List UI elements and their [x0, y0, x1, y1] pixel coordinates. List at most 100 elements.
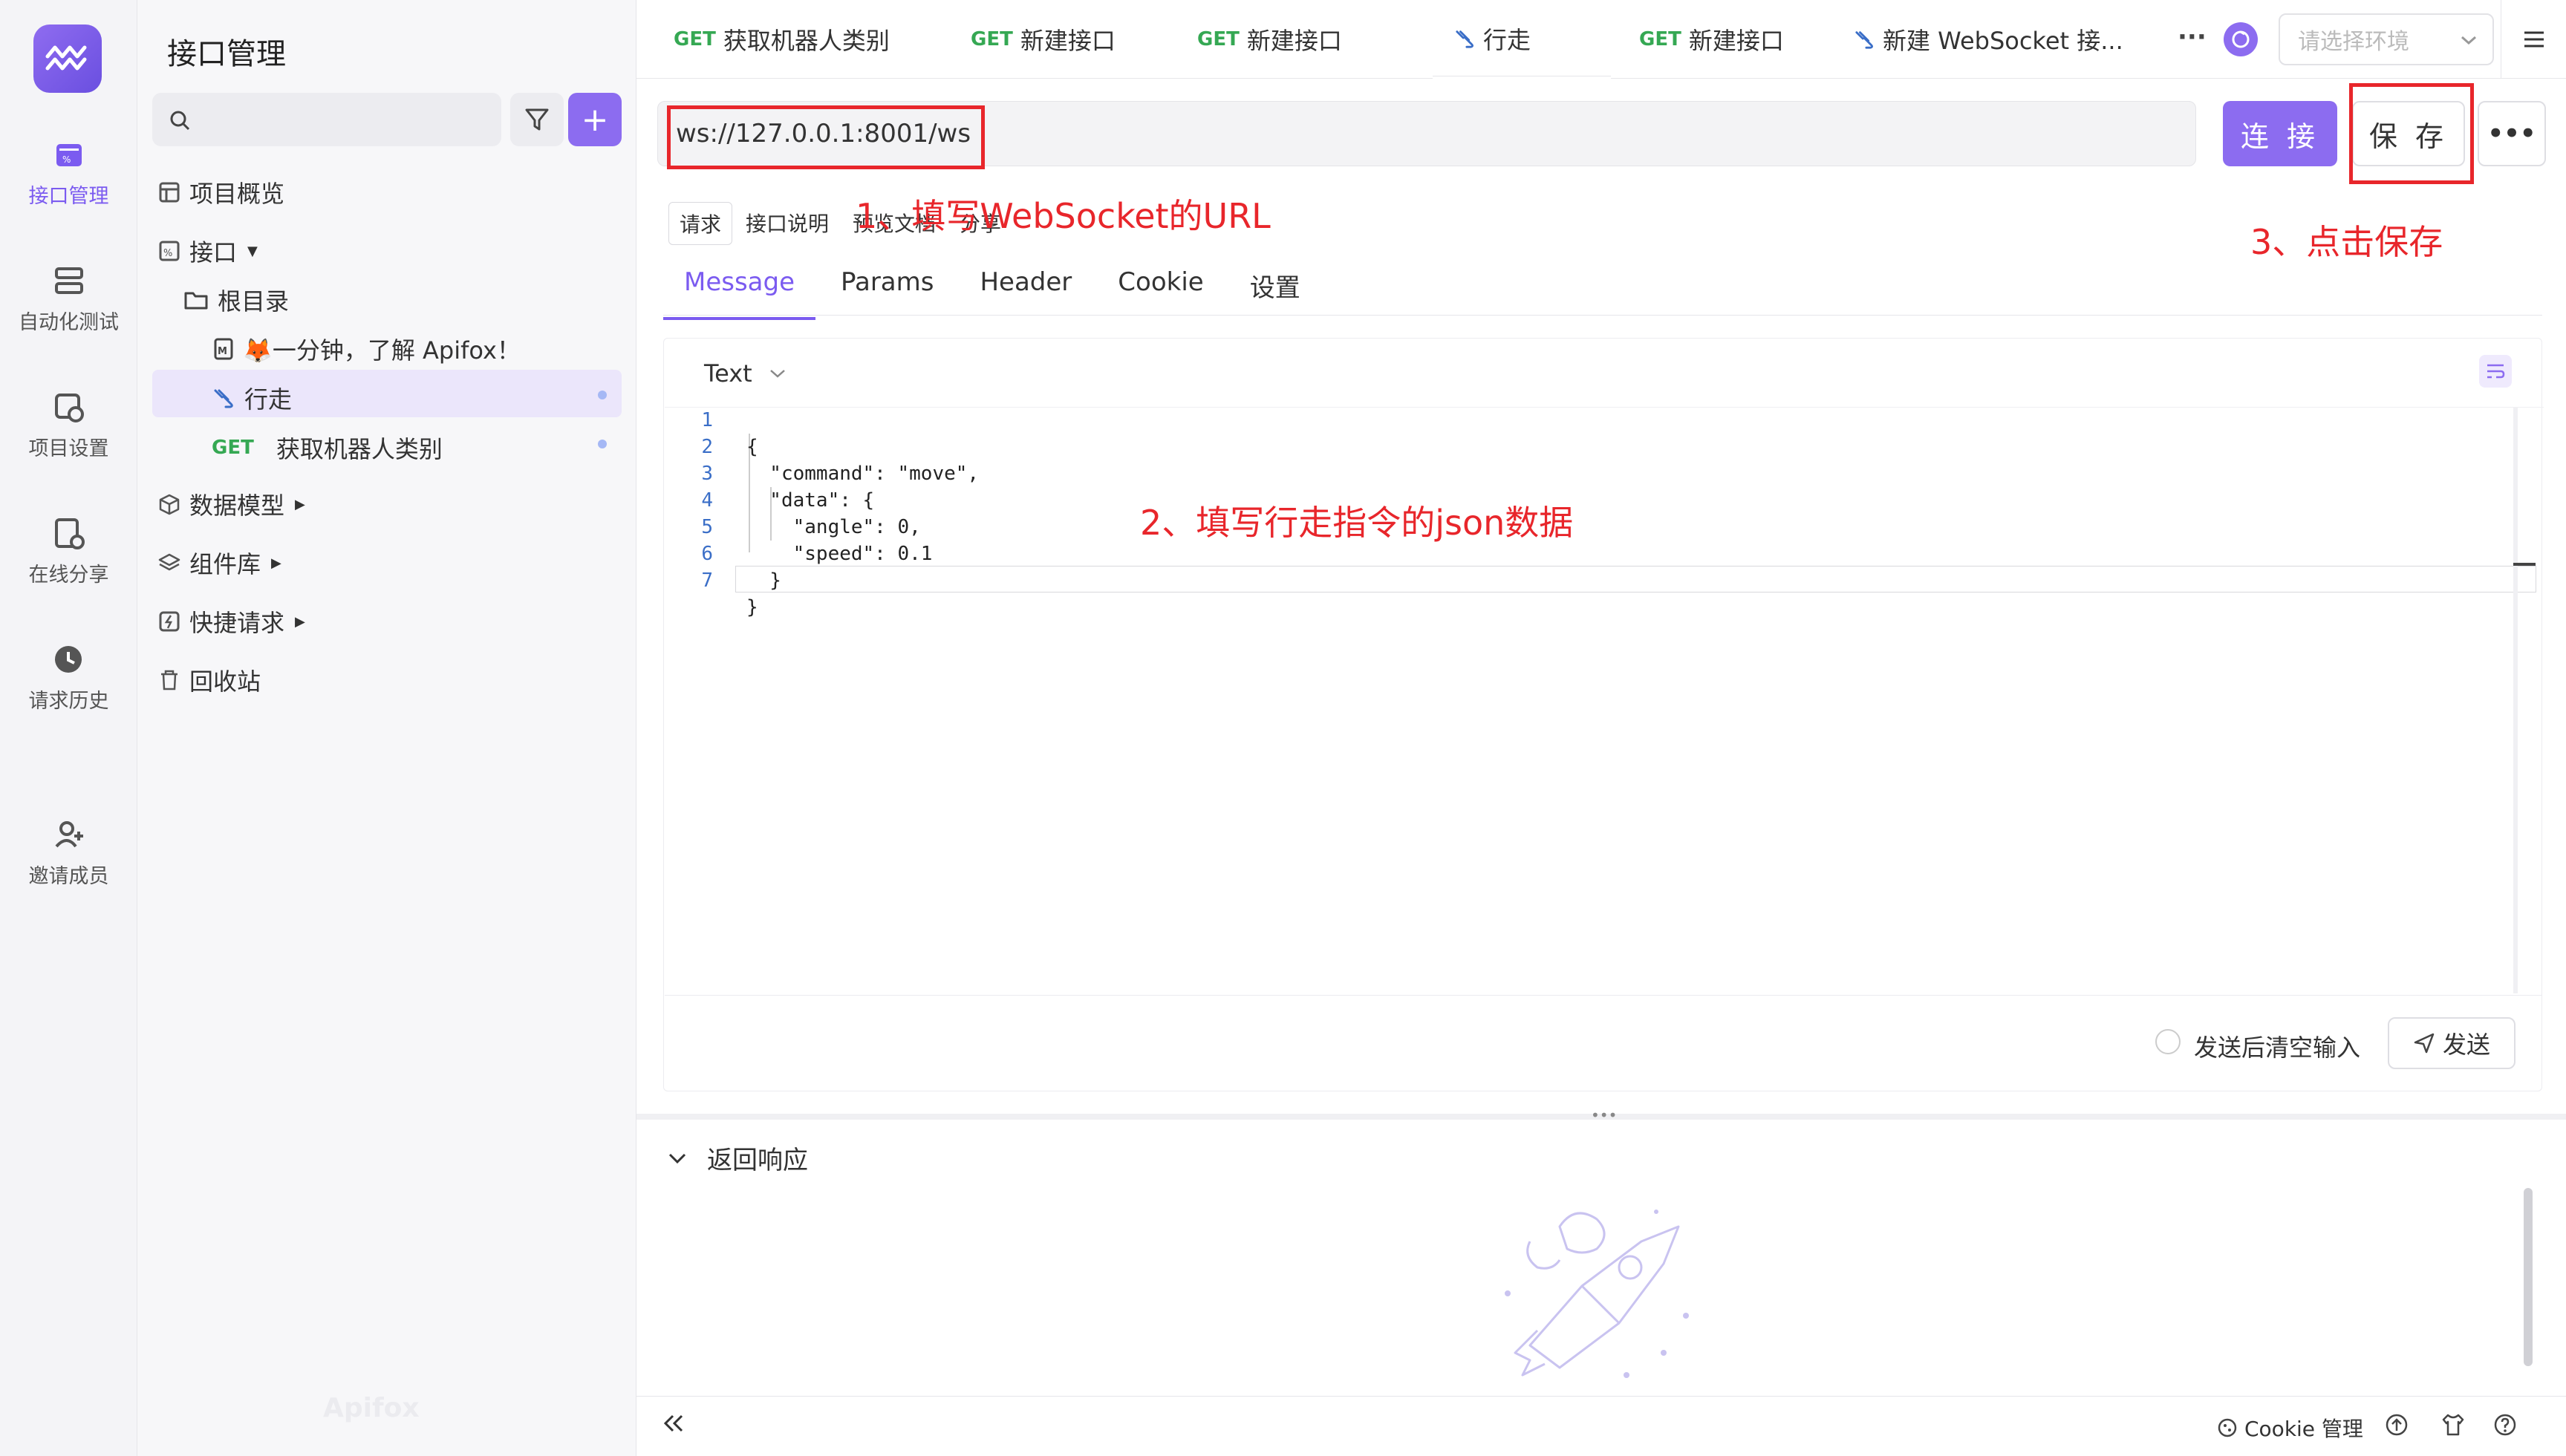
rail-item-invite-members[interactable]: 邀请成员	[0, 818, 137, 889]
invite-icon	[54, 821, 83, 848]
clear-after-send-checkbox[interactable]	[2155, 1029, 2181, 1054]
cookie-icon	[2218, 1418, 2237, 1437]
cookie-manager-button[interactable]: Cookie 管理	[2216, 1413, 2363, 1443]
cookie-label: Cookie 管理	[2244, 1417, 2363, 1441]
tree-item-data-model[interactable]: 数据模型 ▶	[158, 487, 305, 521]
rail-item-project-settings[interactable]: 项目设置	[0, 391, 137, 461]
rail-item-online-share[interactable]: 在线分享	[0, 517, 137, 587]
tree-label: 行走	[244, 385, 293, 414]
tab-new-api-1[interactable]: GET 新建接口	[948, 0, 1138, 79]
tab-new-websocket[interactable]: 新建 WebSocket 接...	[1832, 0, 2146, 79]
code-line: {	[746, 436, 758, 458]
code-line: "command": "move",	[746, 463, 980, 485]
response-header[interactable]: 返回响应	[667, 1140, 808, 1176]
word-wrap-icon	[2487, 364, 2505, 379]
automation-icon	[54, 267, 83, 294]
help-icon[interactable]	[2492, 1412, 2518, 1437]
svg-text:M: M	[218, 346, 227, 357]
annotation-box-url	[667, 105, 985, 169]
status-dot	[598, 440, 607, 448]
tab-label: 行走	[1483, 25, 1531, 54]
tab-walk-websocket[interactable]: 行走	[1433, 0, 1611, 79]
scroll-marker	[2513, 563, 2536, 566]
rail-item-automation[interactable]: 自动化测试	[0, 264, 137, 335]
clear-after-send-label: 发送后清空输入	[2194, 1034, 2361, 1062]
sidebar: 接口管理 + 项目概览 % 接口 ▼ 根目录 M 🦊一分钟，了解 Apifox！…	[137, 0, 636, 1456]
search-icon	[170, 111, 190, 131]
tab-label: 新建接口	[1020, 27, 1116, 55]
format-select[interactable]: Text	[704, 359, 787, 388]
chevron-down-icon	[769, 370, 785, 378]
collapse-sidebar-button[interactable]	[661, 1411, 686, 1441]
annotation-box-save	[2349, 83, 2474, 184]
history-icon	[54, 646, 82, 673]
sync-icon	[2232, 30, 2250, 48]
app-logo[interactable]	[33, 25, 102, 93]
tab-label: 新建 WebSocket 接...	[1883, 27, 2123, 55]
tree-label: 接口	[189, 238, 238, 267]
annotation-step2: 2、填写行走指令的json数据	[1140, 503, 1574, 543]
left-rail: % 接口管理 自动化测试 项目设置 在线分享 请求历史 邀请成员	[0, 0, 137, 1456]
menu-button[interactable]	[2501, 0, 2566, 79]
tree-item-recycle-bin[interactable]: 回收站	[158, 663, 261, 697]
add-button[interactable]: +	[568, 93, 622, 146]
shirt-icon[interactable]	[2440, 1412, 2466, 1437]
method-badge: GET	[1639, 28, 1681, 50]
subtab-request[interactable]: 请求	[668, 202, 733, 245]
code-line: "data": {	[746, 489, 875, 512]
tab-settings[interactable]: 设置	[1250, 267, 1300, 320]
tab-get-robot-types[interactable]: GET 获取机器人类别	[651, 0, 912, 79]
sidebar-search-input[interactable]	[152, 93, 501, 146]
editor-scrollbar[interactable]	[2513, 407, 2518, 993]
tree-item-components[interactable]: 组件库 ▶	[158, 546, 281, 580]
tab-params[interactable]: Params	[841, 267, 934, 320]
upgrade-icon[interactable]	[2384, 1412, 2409, 1437]
active-line-highlight	[735, 566, 2536, 592]
tab-header[interactable]: Header	[980, 267, 1072, 320]
tree-item-websocket-walk[interactable]: 行走	[213, 381, 292, 415]
divider	[663, 315, 2542, 316]
tabs-more-button[interactable]: ···	[2178, 22, 2207, 52]
more-actions-button[interactable]: •••	[2478, 101, 2546, 166]
drag-handle-icon[interactable]: •••	[1591, 1106, 1617, 1124]
sync-button[interactable]	[2224, 22, 2258, 56]
filter-icon	[525, 108, 549, 131]
subtab-api-desc[interactable]: 接口说明	[735, 202, 839, 245]
websocket-icon	[214, 389, 233, 408]
settings-icon	[54, 394, 84, 422]
cube-icon	[159, 494, 180, 515]
tree-item-root[interactable]: 根目录	[183, 283, 289, 317]
tab-new-api-2[interactable]: GET 新建接口	[1175, 0, 1364, 79]
tree-item-overview[interactable]: 项目概览	[158, 175, 284, 209]
rail-label: 项目设置	[28, 437, 109, 460]
env-select[interactable]: 请选择环境	[2279, 13, 2494, 65]
tree-item-get-robot-types[interactable]: GET 获取机器人类别	[212, 431, 443, 465]
rocket-fox-illustration	[1505, 1209, 1689, 1378]
svg-text:%: %	[62, 154, 71, 165]
line-numbers: 1234567	[701, 409, 713, 592]
code-content[interactable]: { "command": "move", "data": { "angle": …	[746, 407, 979, 647]
rail-item-api-management[interactable]: % 接口管理	[0, 138, 137, 209]
tab-bar: GET 获取机器人类别 GET 新建接口 GET 新建接口 行走 GET 新建接口 新建…	[636, 0, 2566, 79]
share-icon	[54, 518, 85, 549]
method-badge: GET	[674, 28, 716, 50]
connect-button[interactable]: 连 接	[2223, 101, 2337, 166]
filter-button[interactable]	[510, 93, 564, 146]
tab-message[interactable]: Message	[663, 267, 816, 320]
response-scrollbar[interactable]	[2524, 1188, 2533, 1366]
code-line: }	[746, 596, 758, 618]
tree-item-intro-doc[interactable]: M 🦊一分钟，了解 Apifox！	[213, 332, 521, 366]
tree-item-api[interactable]: % 接口 ▼	[158, 234, 258, 268]
send-button[interactable]: 发送	[2388, 1017, 2515, 1069]
tree-item-quick-request[interactable]: 快捷请求 ▶	[158, 604, 305, 639]
method-badge: GET	[971, 28, 1013, 50]
caret-right-icon: ▶	[295, 496, 305, 512]
apifox-watermark: Apifox	[323, 1393, 420, 1423]
editor-footer-divider	[665, 995, 2542, 996]
tab-cookie[interactable]: Cookie	[1118, 267, 1203, 320]
wrap-toggle[interactable]	[2479, 355, 2512, 388]
chevron-down-icon	[2461, 36, 2476, 45]
rail-item-request-history[interactable]: 请求历史	[0, 643, 137, 714]
tree-label: 数据模型	[189, 492, 285, 520]
tab-new-api-3[interactable]: GET 新建接口	[1617, 0, 1806, 79]
